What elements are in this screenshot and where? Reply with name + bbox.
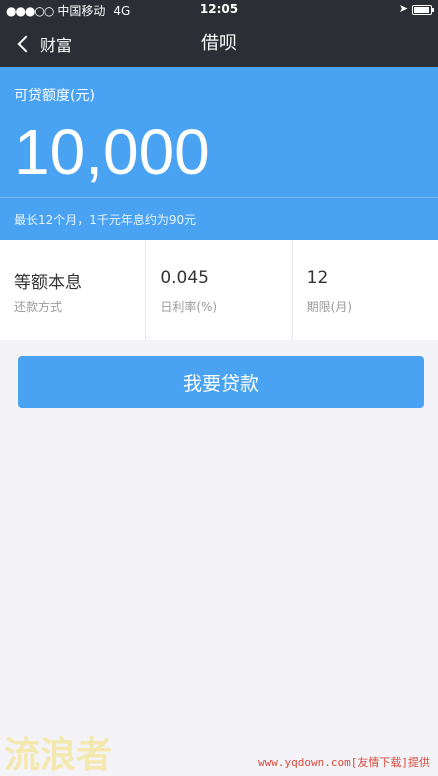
watermark-site-text: www.yqdown.com[友情下载]提供 <box>258 756 430 769</box>
credit-limit-label: 可贷额度(元) <box>14 88 95 104</box>
location-arrow-icon: ➤ <box>398 2 408 15</box>
watermark-logo: 流浪者 <box>4 735 113 776</box>
loan-terms-row: 等额本息 还款方式 0.045 日利率(%) 12 期限(月) <box>0 240 438 340</box>
credit-limit-amount: 10,000 <box>14 116 210 188</box>
term-value: 12 <box>306 268 329 288</box>
apply-loan-button[interactable]: 我要贷款 <box>18 356 424 408</box>
daily-rate-cell: 0.045 日利率(%) <box>145 240 291 340</box>
daily-rate-caption: 日利率(%) <box>160 300 218 314</box>
status-time: 12:05 <box>199 2 239 16</box>
interest-note: 最长12个月，1千元年息约为90元 <box>14 213 197 227</box>
term-caption: 期限(月) <box>306 300 353 314</box>
term-cell: 12 期限(月) <box>291 240 438 340</box>
credit-limit-panel: 可贷额度(元) 10,000 最长12个月，1千元年息约为90元 <box>0 67 438 240</box>
page-title: 借呗 <box>201 33 237 54</box>
repayment-method-caption: 还款方式 <box>14 300 63 314</box>
daily-rate-value: 0.045 <box>160 268 209 288</box>
panel-divider <box>0 197 438 198</box>
status-bar: ●●●○○ 中国移动 4G 12:05 ➤ <box>0 0 438 20</box>
repayment-method-value: 等额本息 <box>14 273 82 293</box>
repayment-method-cell: 等额本息 还款方式 <box>0 240 145 340</box>
nav-bar: 财富 借呗 <box>0 20 438 67</box>
battery-icon <box>412 5 434 15</box>
